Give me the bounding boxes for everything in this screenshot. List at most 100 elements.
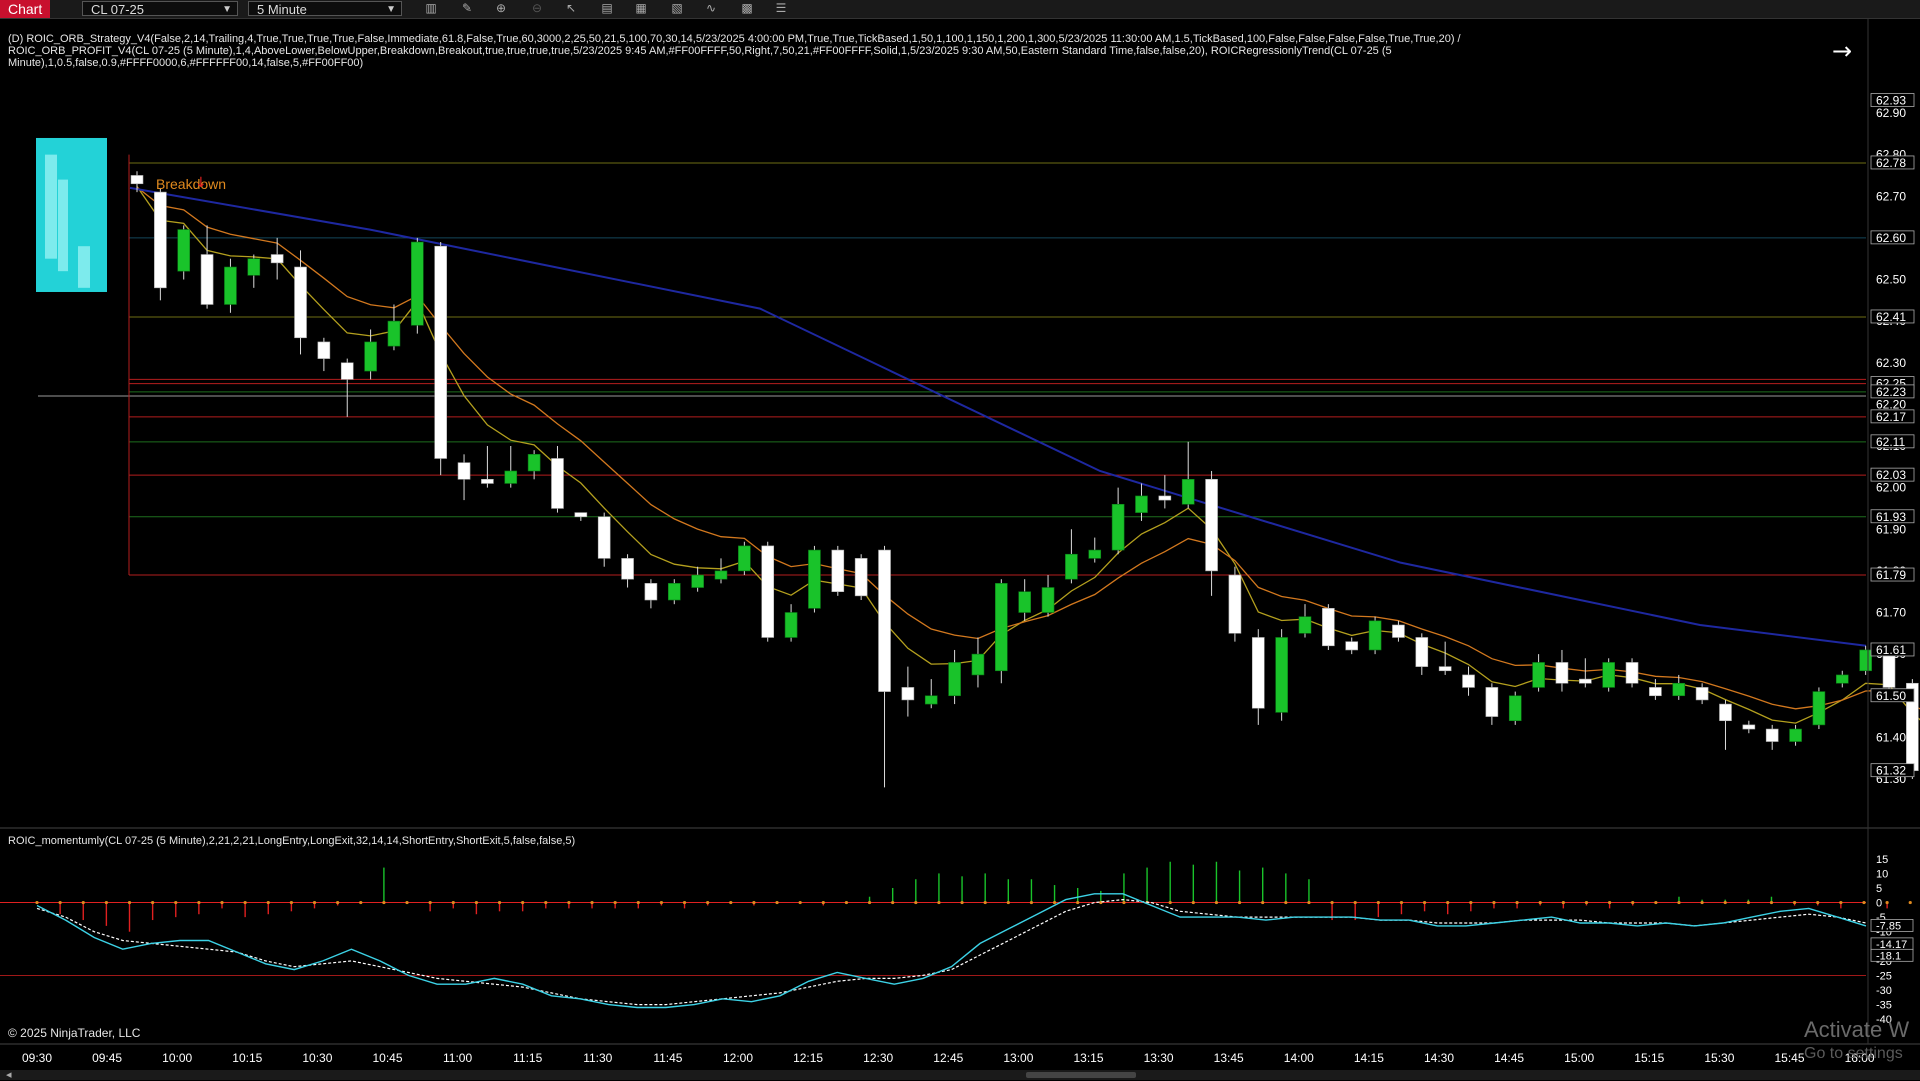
candle-body-24 — [691, 574, 704, 588]
osc-dot-7 — [197, 900, 201, 905]
zoom-out-icon[interactable]: ⊖ — [528, 1, 546, 16]
osc-slow-line — [36, 898, 1867, 1006]
osc-dot-39 — [937, 900, 941, 905]
candle-body-16 — [504, 470, 518, 484]
osc-dot-80 — [1885, 900, 1889, 905]
data-box-icon[interactable]: ▦ — [632, 1, 650, 16]
candle-body-2 — [177, 229, 191, 272]
ema-slow-line — [136, 186, 1920, 710]
osc-dot-6 — [174, 900, 178, 905]
ema-fast-line — [136, 186, 1920, 724]
candle-body-66 — [1672, 682, 1686, 697]
osc-dot-0 — [35, 900, 39, 905]
time-tick-5: 10:45 — [372, 1051, 402, 1065]
menu-icon[interactable]: ☰ — [772, 1, 790, 16]
osc-dot-71 — [1677, 900, 1681, 905]
osc-badge-2: -18.1 — [1876, 950, 1901, 962]
candle-body-6 — [270, 254, 284, 264]
osc-dot-75 — [1769, 900, 1774, 905]
time-tick-6: 11:00 — [443, 1051, 472, 1065]
orb-inner-bar-2 — [78, 246, 90, 288]
candle-body-14 — [457, 462, 471, 480]
templates-icon[interactable]: ▩ — [738, 1, 756, 16]
osc-dot-12 — [312, 900, 317, 905]
candle-body-36 — [971, 653, 985, 676]
candle-body-28 — [784, 612, 798, 638]
osc-dot-22 — [544, 900, 548, 905]
candle-body-57 — [1462, 674, 1475, 688]
candle-body-55 — [1415, 637, 1429, 667]
osc-dot-24 — [590, 900, 594, 905]
breakdown-label: Breakdown — [156, 176, 226, 192]
time-tick-12: 12:30 — [863, 1051, 893, 1065]
price-badge-7: 62.11 — [1876, 435, 1905, 449]
scroll-thumb[interactable] — [1026, 1072, 1136, 1078]
pointer-icon[interactable]: ↖ — [562, 1, 580, 16]
scroll-left-icon[interactable]: ◂ — [6, 1068, 12, 1081]
candle-body-72 — [1812, 691, 1826, 726]
osc-dot-55 — [1307, 900, 1311, 905]
time-tick-17: 13:45 — [1214, 1051, 1244, 1065]
osc-dot-58 — [1376, 900, 1380, 905]
candle-body-47 — [1228, 574, 1242, 634]
price-badge-10: 61.79 — [1876, 568, 1906, 582]
bar-style-icon[interactable]: ▥ — [422, 1, 440, 16]
candle-body-8 — [317, 341, 331, 359]
time-tick-2: 10:00 — [162, 1051, 192, 1065]
candle-body-59 — [1508, 695, 1522, 722]
candle-body-34 — [924, 695, 938, 705]
candle-body-52 — [1345, 641, 1359, 651]
instrument-value: CL 07-25 — [91, 2, 144, 17]
candle-body-51 — [1322, 608, 1335, 647]
candle-body-1 — [154, 191, 167, 289]
time-tick-18: 14:00 — [1284, 1051, 1314, 1065]
osc-dot-19 — [474, 900, 479, 905]
activation-watermark-sub: Go to settings — [1804, 1045, 1903, 1062]
price-tick-9: 62.00 — [1876, 481, 1906, 495]
candle-body-49 — [1275, 637, 1288, 713]
osc-dot-21 — [521, 900, 525, 905]
price-badge-13: 61.32 — [1876, 764, 1906, 778]
time-tick-1: 09:45 — [92, 1051, 122, 1065]
arrow-down-icon: ↓ — [195, 175, 207, 191]
candle-body-50 — [1298, 616, 1312, 634]
draw-pencil-icon[interactable]: ✎ — [458, 1, 476, 16]
osc-dot-47 — [1122, 900, 1126, 905]
candle-body-27 — [761, 545, 775, 638]
orb-inner-bar-1 — [58, 179, 68, 272]
price-badge-0: 62.93 — [1876, 94, 1906, 108]
arrow-right-icon[interactable]: → — [1832, 37, 1852, 65]
candle-body-29 — [808, 549, 821, 609]
chart-tab[interactable]: Chart — [0, 0, 51, 18]
properties-icon[interactable]: ▤ — [598, 1, 616, 16]
price-badge-3: 62.41 — [1876, 310, 1906, 324]
strategies-icon[interactable]: ▧ — [668, 1, 686, 16]
candle-body-61 — [1555, 662, 1569, 684]
price-badge-1: 62.78 — [1876, 156, 1906, 170]
candle-body-21 — [621, 558, 634, 580]
time-axis: 09:30 09:45 10:00 10:15 10:30 10:45 11:00 11:15… — [22, 1051, 1875, 1065]
osc-dot-30 — [729, 900, 733, 905]
indicator-lines — [129, 186, 1920, 724]
candle-body-68 — [1719, 703, 1732, 722]
candle-body-9 — [340, 362, 354, 380]
price-chart[interactable]: 62.9062.8062.7062.6062.5062.4062.3062.20… — [0, 19, 1920, 1070]
candle-body-58 — [1485, 687, 1499, 717]
price-tick-10: 61.90 — [1876, 522, 1906, 536]
zoom-in-icon[interactable]: ⊕ — [492, 1, 510, 16]
osc-dot-63 — [1492, 900, 1496, 905]
candle-body-25 — [714, 570, 728, 580]
indicators-icon[interactable]: ∿ — [702, 1, 720, 16]
osc-dot-81 — [1908, 900, 1912, 905]
osc-dot-31 — [752, 900, 756, 905]
chevron-down-icon: ▼ — [222, 4, 232, 15]
time-tick-4: 10:30 — [302, 1051, 332, 1065]
instrument-selector[interactable]: CL 07-25 ▼ — [82, 1, 238, 17]
candle-body-13 — [434, 245, 447, 459]
time-tick-20: 14:30 — [1424, 1051, 1454, 1065]
interval-selector[interactable]: 5 Minute ▼ — [248, 1, 402, 17]
osc-fast-line — [36, 893, 1867, 1009]
osc-dot-66 — [1561, 900, 1565, 905]
horizontal-scrollbar[interactable]: ◂ — [0, 1068, 1920, 1081]
osc-dot-67 — [1584, 900, 1589, 905]
